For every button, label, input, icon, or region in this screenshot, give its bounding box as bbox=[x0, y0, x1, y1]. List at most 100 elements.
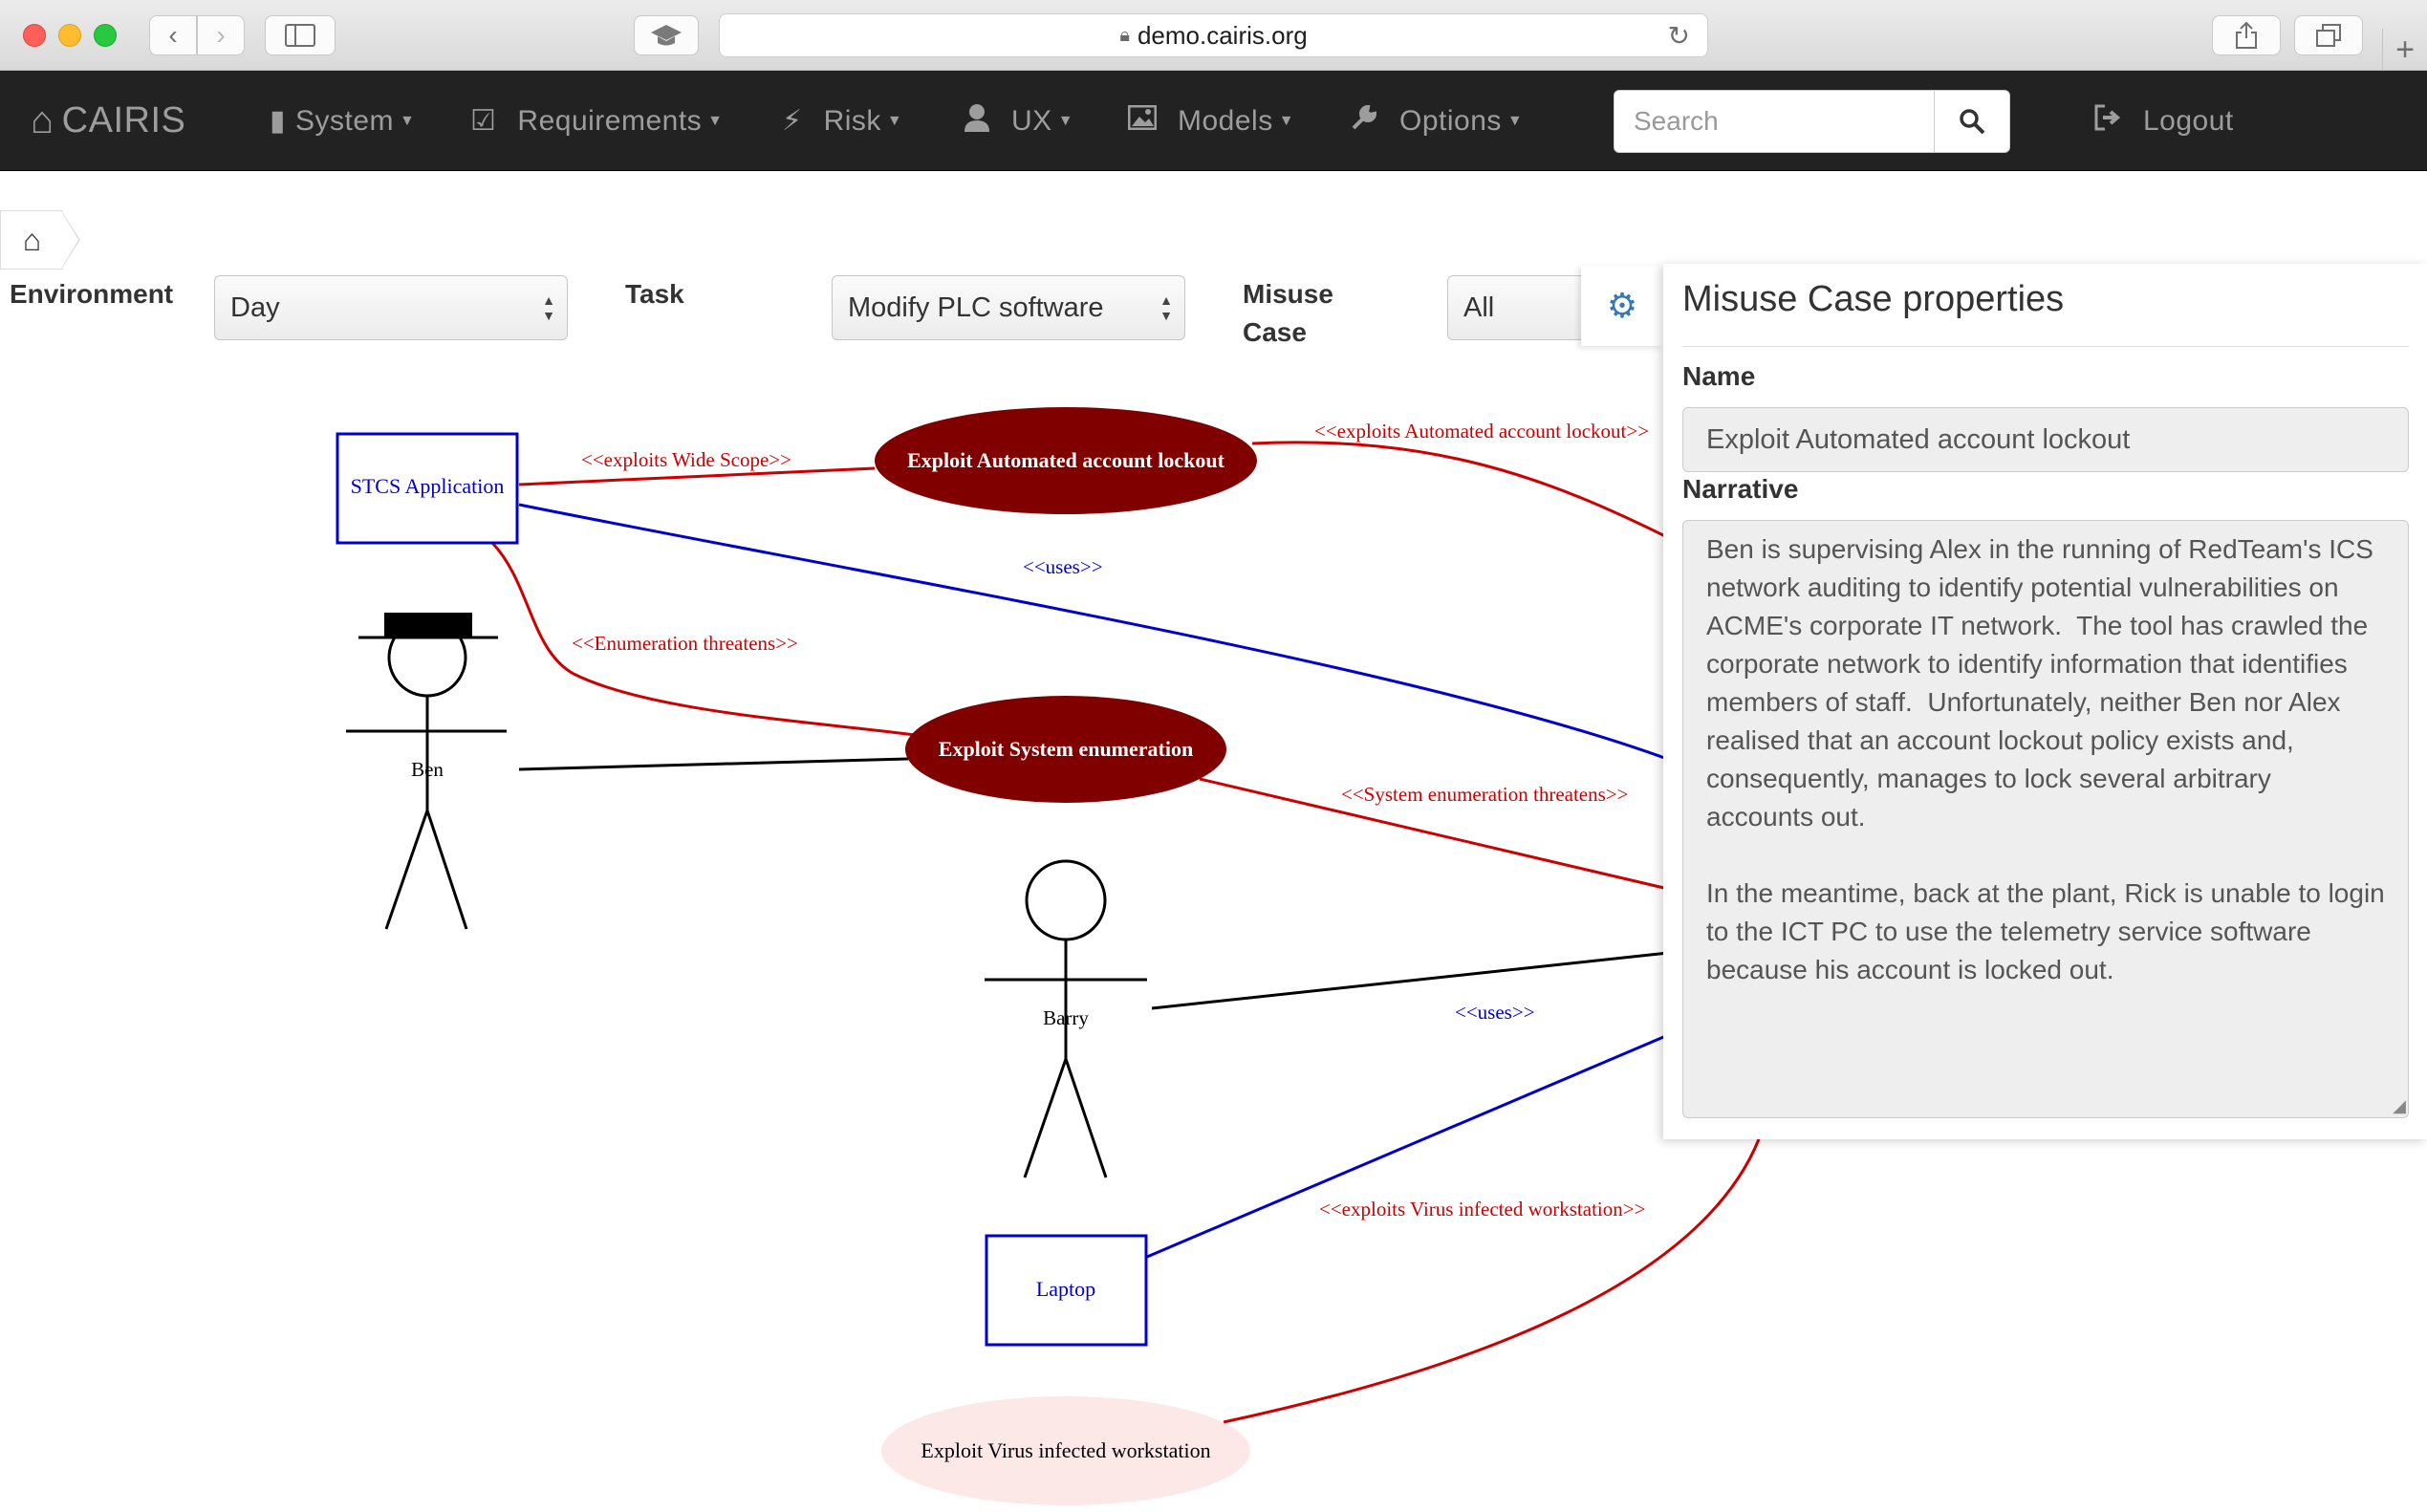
edge-label-exploits-lockout: <<exploits Automated account lockout>> bbox=[1314, 420, 1649, 443]
edge-label-exploits-wide-scope: <<exploits Wide Scope>> bbox=[581, 448, 791, 471]
search-icon bbox=[1960, 109, 1985, 135]
show-tabs-button[interactable] bbox=[2294, 15, 2363, 55]
wrench-icon bbox=[1350, 103, 1378, 140]
edge-label-uses-top: <<uses>> bbox=[1023, 555, 1103, 578]
user-icon bbox=[964, 103, 990, 140]
asset-stcs-application[interactable]: STCS Application bbox=[336, 432, 519, 545]
name-label: Name bbox=[1682, 361, 1756, 391]
misuse-case-label: Exploit System enumeration bbox=[939, 737, 1193, 761]
chevron-left-icon: ‹ bbox=[168, 20, 178, 50]
flash-icon: ⚡︎ bbox=[782, 105, 803, 137]
asset-label: Laptop bbox=[1036, 1277, 1095, 1301]
browser-toolbar: ‹ › 🔒︎ demo.cairis.org ↻ + bbox=[0, 0, 2427, 71]
brand-home-link[interactable]: ⌂ CAIRIS bbox=[31, 71, 185, 171]
actor-label: Ben bbox=[411, 758, 444, 781]
caret-down-icon: ▼ bbox=[1506, 112, 1524, 129]
nav-menu-ux[interactable]: UX ▼ bbox=[964, 71, 1073, 171]
select-arrows-icon: ▲ ▼ bbox=[542, 292, 555, 323]
book-icon: ▮ bbox=[270, 105, 287, 137]
caret-down-icon: ▼ bbox=[1278, 112, 1295, 129]
check-square-icon: ☑ bbox=[470, 105, 497, 137]
asset-laptop[interactable]: Laptop bbox=[985, 1234, 1148, 1347]
nav-menu-label: Models bbox=[1178, 104, 1273, 137]
environment-select[interactable]: Day ▲ ▼ bbox=[214, 275, 568, 340]
narrative-label: Narrative bbox=[1682, 474, 1799, 504]
app-navbar: ⌂ CAIRIS ▮ System ▼ ☑ Requirements ▼ ⚡︎ … bbox=[0, 71, 2427, 171]
panel-divider bbox=[1682, 346, 2409, 347]
close-window-button[interactable] bbox=[23, 24, 46, 47]
reload-icon[interactable]: ↻ bbox=[1668, 20, 1690, 52]
nav-menu-label: UX bbox=[1011, 104, 1052, 137]
asset-label: STCS Application bbox=[351, 474, 505, 498]
logout-link[interactable]: Logout bbox=[2093, 71, 2234, 171]
nav-menu-system[interactable]: ▮ System ▼ bbox=[270, 71, 415, 171]
nav-menu-label: Requirements bbox=[517, 104, 703, 137]
edge-label-system-enumeration-threatens: <<System enumeration threatens>> bbox=[1341, 783, 1628, 806]
back-button[interactable]: ‹ bbox=[149, 15, 197, 55]
home-icon: ⌂ bbox=[22, 222, 42, 257]
misuse-case-automated-lockout[interactable]: Exploit Automated account lockout bbox=[875, 407, 1257, 514]
task-value: Modify PLC software bbox=[848, 292, 1104, 323]
panel-settings-toggle[interactable]: ⚙︎ bbox=[1581, 266, 1663, 346]
task-select[interactable]: Modify PLC software ▲ ▼ bbox=[832, 275, 1185, 340]
extension-button[interactable] bbox=[634, 15, 699, 55]
panel-title: Misuse Case properties bbox=[1682, 279, 2065, 319]
nav-menu-models[interactable]: Models ▼ bbox=[1127, 71, 1295, 171]
caret-down-icon: ▼ bbox=[886, 112, 903, 129]
environment-value: Day bbox=[230, 292, 280, 323]
edge-laptop-uses bbox=[1146, 1033, 1669, 1259]
share-button[interactable] bbox=[2212, 15, 2281, 55]
misuse-label-line1: Misuse bbox=[1243, 279, 1333, 309]
misuse-case-value: All bbox=[1463, 292, 1495, 323]
gear-icon: ⚙︎ bbox=[1606, 286, 1638, 325]
nav-menu-label: Options bbox=[1399, 104, 1502, 137]
forward-button[interactable]: › bbox=[197, 15, 245, 55]
misuse-case-virus-workstation[interactable]: Exploit Virus infected workstation bbox=[881, 1396, 1250, 1505]
misuse-case-label: Exploit Automated account lockout bbox=[907, 448, 1225, 472]
edge-label-uses-bottom: <<uses>> bbox=[1455, 1001, 1535, 1024]
chevron-right-icon: › bbox=[216, 20, 226, 50]
breadcrumb-home[interactable]: ⌂ bbox=[0, 210, 63, 270]
nav-menu-label: Risk bbox=[823, 104, 881, 137]
share-icon bbox=[2236, 21, 2257, 49]
sidebar-toggle-button[interactable] bbox=[265, 15, 336, 55]
graduation-cap-icon bbox=[651, 25, 682, 46]
caret-down-icon: ▼ bbox=[707, 112, 724, 129]
zoom-window-button[interactable] bbox=[94, 24, 117, 47]
edge-label-enumeration-threatens: <<Enumeration threatens>> bbox=[572, 632, 798, 655]
address-bar[interactable]: 🔒︎ demo.cairis.org ↻ bbox=[719, 13, 1708, 57]
misuse-case-label: Misuse Case bbox=[1243, 275, 1333, 352]
misuse-case-select[interactable]: All bbox=[1447, 275, 1581, 340]
brand-label: CAIRIS bbox=[61, 100, 186, 140]
home-icon: ⌂ bbox=[31, 99, 54, 141]
nav-menu-label: System bbox=[295, 104, 395, 137]
edge-virus-offscreen bbox=[1223, 1138, 1761, 1424]
url-text: demo.cairis.org bbox=[1137, 20, 1308, 50]
misuse-case-system-enumeration[interactable]: Exploit System enumeration bbox=[905, 696, 1226, 803]
environment-label: Environment bbox=[10, 279, 174, 309]
nav-menu-requirements[interactable]: ☑ Requirements ▼ bbox=[470, 71, 724, 171]
new-tab-button[interactable]: + bbox=[2382, 29, 2427, 71]
misuse-case-label: Exploit Virus infected workstation bbox=[921, 1438, 1210, 1462]
edge-lockout-offscreen bbox=[1251, 441, 1674, 542]
breadcrumb-separator-inner bbox=[61, 211, 78, 269]
search-button[interactable] bbox=[1934, 90, 2010, 153]
logout-label: Logout bbox=[2143, 104, 2234, 137]
plus-icon: + bbox=[2395, 31, 2415, 68]
caret-down-icon: ▼ bbox=[1057, 112, 1074, 129]
select-arrows-icon: ▲ ▼ bbox=[1159, 292, 1173, 323]
narrative-field[interactable]: Ben is supervising Alex in the running o… bbox=[1682, 520, 2409, 1118]
resize-grip-icon[interactable]: ◢ bbox=[2393, 1096, 2406, 1116]
minimize-window-button[interactable] bbox=[58, 24, 81, 47]
edge-barry-offscreen bbox=[1151, 951, 1669, 1010]
nav-menu-options[interactable]: Options ▼ bbox=[1350, 71, 1523, 171]
actor-label: Barry bbox=[1043, 1006, 1089, 1029]
actor-ben[interactable]: Ben bbox=[346, 613, 507, 930]
search-input[interactable] bbox=[1614, 90, 1935, 153]
name-field[interactable] bbox=[1682, 407, 2409, 472]
actor-barry[interactable]: Barry bbox=[985, 859, 1147, 1178]
log-out-icon bbox=[2093, 104, 2122, 139]
nav-menu-risk[interactable]: ⚡︎ Risk ▼ bbox=[782, 71, 902, 171]
lock-icon: 🔒︎ bbox=[1119, 24, 1130, 46]
edge-ben-to-enumeration bbox=[518, 757, 909, 771]
